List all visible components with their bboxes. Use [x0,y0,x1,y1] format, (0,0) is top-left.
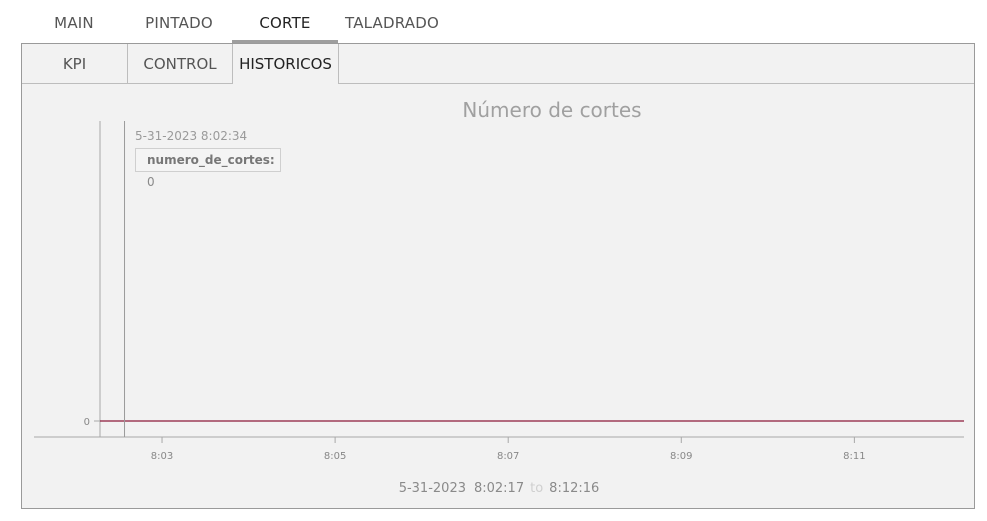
tab-corte[interactable]: CORTE [232,0,338,44]
tooltip-series-value: 0 [147,175,155,189]
top-tab-bar: MAIN PINTADO CORTE TALADRADO [0,0,987,44]
range-end: 8:12:16 [549,481,600,496]
x-tick-label: 8:11 [843,451,865,462]
y-tick-label: 0 [84,417,90,428]
x-tick-label: 8:03 [151,451,173,462]
range-start: 8:02:17 [473,481,525,496]
x-tick-label: 8:09 [670,451,692,462]
tooltip-time: 5-31-2023 8:02:34 [135,129,248,143]
line-chart[interactable]: 0 8:03 8:05 8:07 8:09 8:11 [22,44,974,508]
tab-main[interactable]: MAIN [45,0,103,40]
tooltip-series-label: numero_de_cortes: [147,153,275,167]
range-date: 5-31-2023 [398,481,466,496]
range-to-label: to [530,481,544,496]
time-range: 5-31-2023 8:02:17 to 8:12:16 [22,481,976,496]
x-tick-label: 8:07 [497,451,519,462]
chart-axes: 0 8:03 8:05 8:07 8:09 8:11 [34,121,964,462]
x-tick-label: 8:05 [324,451,346,462]
tab-pintado[interactable]: PINTADO [141,0,217,40]
historicos-panel: KPI CONTROL HISTORICOS Número de cortes … [21,43,975,509]
tab-taladrado[interactable]: TALADRADO [345,0,439,40]
tooltip-box: numero_de_cortes: 0 [135,148,281,189]
